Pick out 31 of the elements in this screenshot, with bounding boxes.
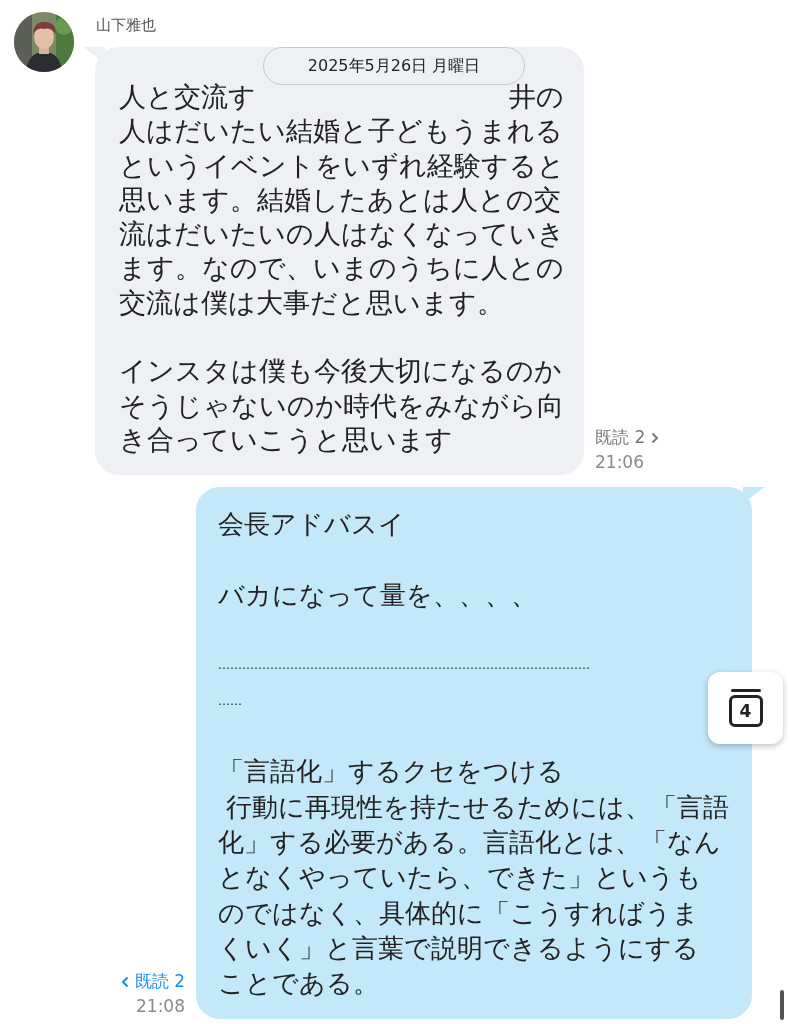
message-text: 人はだいたい結婚と子どもうまれる [119,114,564,149]
message-text: 人と交流す [119,80,256,114]
message-text: となくやっていたら、できた」というも [218,861,703,895]
message-text: バカになって量を、、、、 [218,578,538,612]
message-text: ことである。 [218,967,380,1001]
message-text: 化」する必要がある。言語化とは、「なん [218,825,722,859]
message-text: 交流は僕は大事だと思います。 [119,285,505,320]
timestamp: 21:08 [135,995,185,1019]
dotted-text: …… [218,692,243,710]
message-text: 「言語化」するクセをつける [218,755,565,789]
read-receipt[interactable]: 既読 2 [595,425,660,451]
chevron-right-icon [651,431,660,444]
message-text: インスタは僕も今後大切になるのか [119,354,563,389]
message-text: 行動に再現性を持たせるためには、「言語 [225,790,731,824]
timestamp: 21:06 [595,451,645,475]
message-text: というイベントをいずれ経験すると [119,148,566,183]
message-text: 会長アドバスイ [218,508,406,542]
message-text: 流はだいたいの人はなくなっていき [119,217,566,252]
message-text: ます。なので、いまのうちに人との [119,251,565,286]
scrollbar[interactable] [780,990,784,1020]
date-divider: 2025年5月26日 月曜日 [263,47,525,85]
message-text: そうじゃないのか時代をみながら向 [119,388,565,423]
dotted-text: ………………………………………………………………………………… [218,657,591,675]
message-text: のではなく、具体的に「こうすればうま [218,896,700,930]
read-receipt[interactable]: 既読 2 [120,969,185,995]
message-text: き合っていこうと思います [119,422,454,457]
sender-name: 山下雅也 [96,16,157,34]
message-text: くいく」と言葉で説明できるようにする [218,931,700,965]
message-text: 思います。結婚したあとは人との交 [119,182,562,217]
calendar-button[interactable]: 4 [708,672,783,744]
chevron-left-icon [120,975,129,988]
